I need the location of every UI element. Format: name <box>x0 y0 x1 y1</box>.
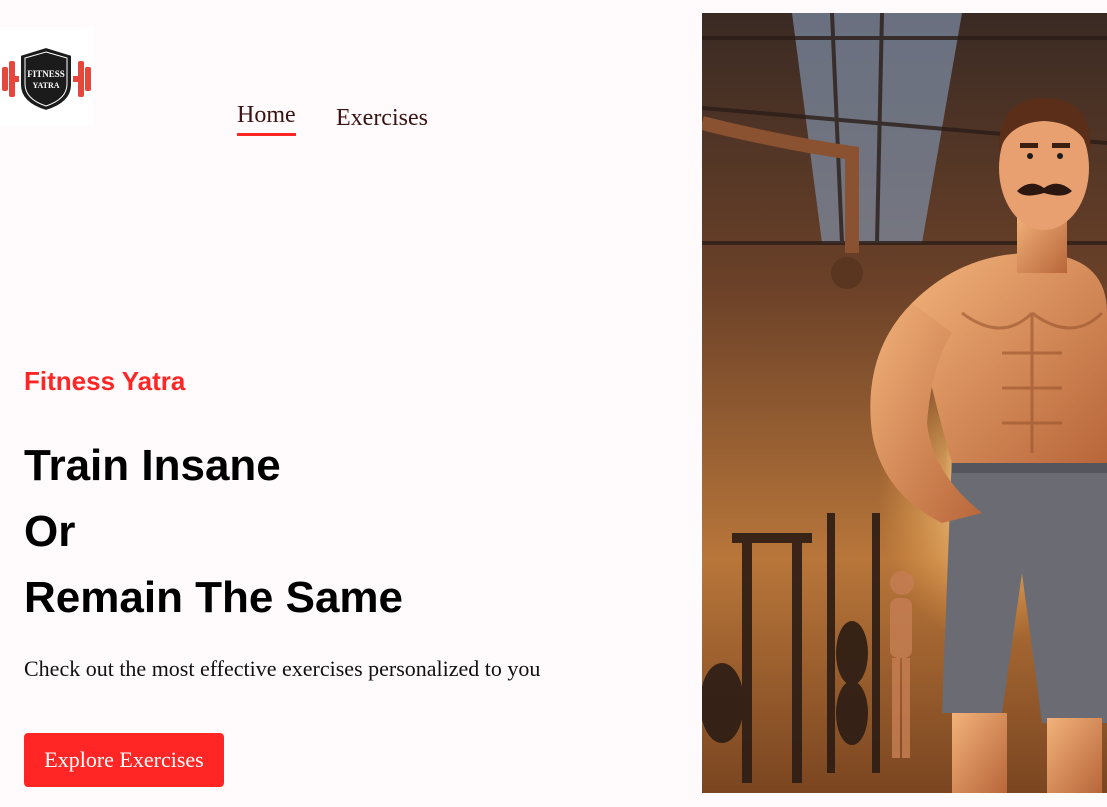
explore-exercises-button[interactable]: Explore Exercises <box>24 733 224 787</box>
hero-headline-line-3: Remain The Same <box>24 573 404 622</box>
hero-headline-line-1: Train Insane <box>24 441 281 490</box>
nav-link-home[interactable]: Home <box>237 103 296 136</box>
hero-headline-line-2: Or <box>24 507 76 556</box>
logo[interactable]: FITNESS YATRA <box>0 27 93 126</box>
hero-brand-label: Fitness Yatra <box>24 366 186 396</box>
hero-banner-image <box>702 13 1107 793</box>
logo-text-line2: YATRA <box>32 81 59 90</box>
hero-subtitle: Check out the most effective exercises p… <box>24 656 541 681</box>
nav-link-exercises[interactable]: Exercises <box>336 106 428 130</box>
logo-text-line1: FITNESS <box>27 69 65 79</box>
